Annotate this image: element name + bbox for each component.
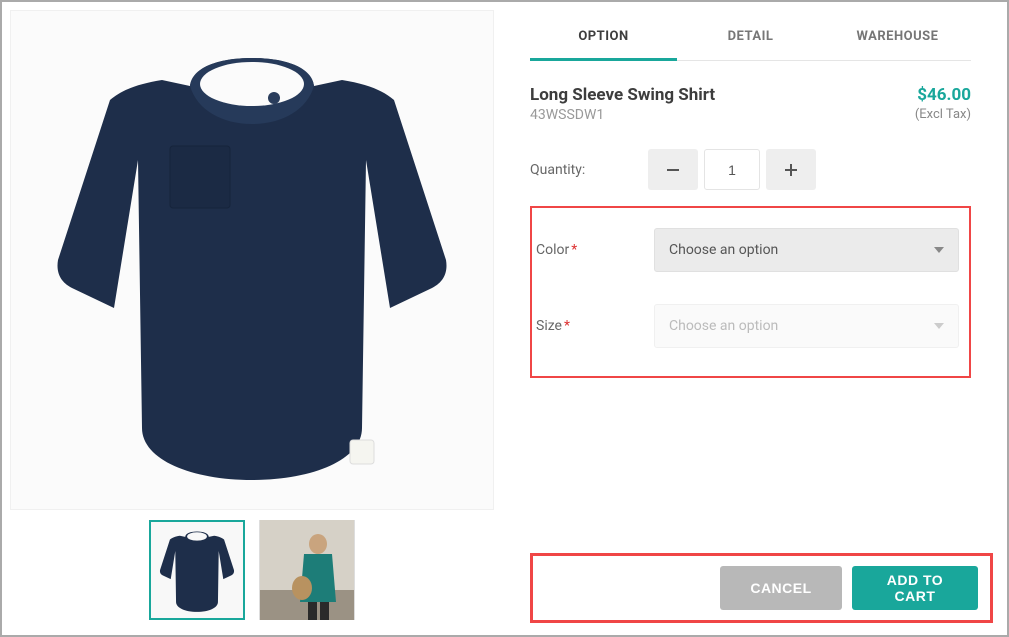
sub-row: 43WSSDW1 (Excl Tax) — [530, 107, 971, 123]
tabs: OPTION DETAIL WAREHOUSE — [530, 17, 971, 61]
product-title: Long Sleeve Swing Shirt — [530, 85, 715, 105]
tax-note: (Excl Tax) — [915, 107, 971, 122]
thumbnail-shirt-icon — [157, 528, 237, 612]
thumbnail-1[interactable] — [149, 520, 245, 620]
product-modal: OPTION DETAIL WAREHOUSE Long Sleeve Swin… — [2, 2, 1007, 635]
size-label: Size* — [536, 318, 654, 334]
image-panel — [2, 2, 502, 635]
quantity-row: Quantity: — [530, 149, 971, 190]
color-select[interactable]: Choose an option — [654, 228, 959, 272]
thumbnail-2[interactable] — [259, 520, 355, 620]
tab-detail[interactable]: DETAIL — [677, 17, 824, 60]
tab-option[interactable]: OPTION — [530, 17, 677, 61]
details-panel: OPTION DETAIL WAREHOUSE Long Sleeve Swin… — [502, 2, 1007, 635]
cancel-button[interactable]: CANCEL — [720, 566, 842, 610]
required-asterisk: * — [571, 242, 577, 258]
quantity-label: Quantity: — [530, 162, 648, 178]
product-price: $46.00 — [917, 85, 971, 105]
color-label: Color* — [536, 242, 654, 258]
tab-warehouse[interactable]: WAREHOUSE — [824, 17, 971, 60]
size-row: Size* Choose an option — [536, 304, 959, 348]
color-select-value: Choose an option — [669, 242, 778, 258]
quantity-controls — [648, 149, 816, 190]
caret-down-icon — [934, 247, 944, 253]
thumbnail-row — [149, 520, 355, 620]
quantity-decrement-button[interactable] — [648, 149, 698, 190]
product-sku: 43WSSDW1 — [530, 107, 604, 123]
thumbnail-lifestyle-image — [260, 520, 354, 620]
options-highlight-box: Color* Choose an option Size* Choose an … — [530, 206, 971, 378]
plus-icon — [783, 162, 799, 178]
add-to-cart-button[interactable]: ADD TO CART — [852, 566, 978, 610]
shirt-illustration — [42, 40, 462, 480]
color-row: Color* Choose an option — [536, 228, 959, 272]
size-select[interactable]: Choose an option — [654, 304, 959, 348]
footer-highlight-box: CANCEL ADD TO CART — [530, 553, 993, 623]
required-asterisk: * — [564, 318, 570, 334]
minus-icon — [665, 162, 681, 178]
quantity-increment-button[interactable] — [766, 149, 816, 190]
caret-down-icon — [934, 323, 944, 329]
quantity-input[interactable] — [704, 149, 760, 190]
size-select-value: Choose an option — [669, 318, 778, 334]
product-main-image — [10, 10, 494, 510]
title-row: Long Sleeve Swing Shirt $46.00 — [530, 85, 971, 105]
